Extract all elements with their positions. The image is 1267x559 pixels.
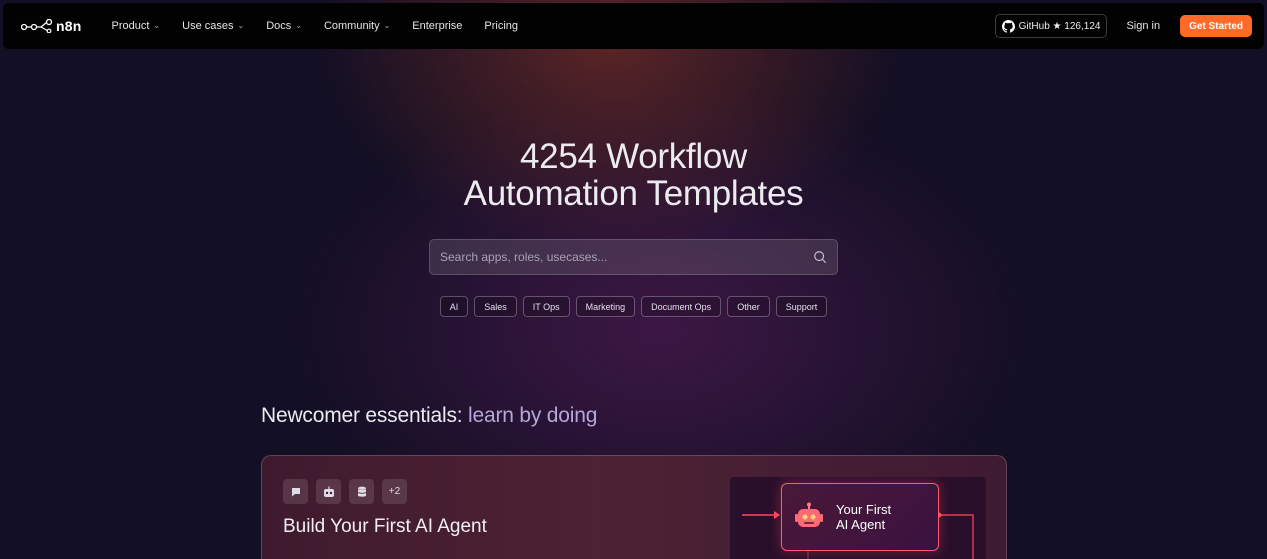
chat-icon (283, 479, 308, 504)
node-label-line-1: Your First (836, 502, 892, 517)
page-title: 4254 Workflow Automation Templates (0, 138, 1267, 212)
database-icon (349, 479, 374, 504)
card-title: Build Your First AI Agent (283, 516, 487, 537)
menu-community[interactable]: Community ⌄ (324, 20, 390, 32)
ai-agent-node: Your First AI Agent (781, 483, 939, 551)
menu-enterprise[interactable]: Enterprise (412, 20, 462, 32)
title-line-2: Automation Templates (463, 174, 804, 213)
category-chips: AI Sales IT Ops Marketing Document Ops O… (0, 296, 1267, 317)
workflow-preview: Your First AI Agent (730, 477, 986, 559)
chip-support[interactable]: Support (775, 296, 828, 317)
search-icon[interactable] (813, 250, 827, 264)
chevron-down-icon: ⌄ (295, 20, 302, 30)
menu-label: Community (323, 20, 380, 32)
chip-marketing[interactable]: Marketing (575, 296, 636, 317)
sign-in-link[interactable]: Sign in (1126, 20, 1160, 32)
github-stars-button[interactable]: GitHub ★ 126,124 (994, 14, 1108, 38)
menu-label: Use cases (182, 20, 234, 32)
more-nodes-badge: +2 (382, 479, 407, 504)
main-menu: Product ⌄ Use cases ⌄ Docs ⌄ Community ⌄ Ent… (112, 20, 541, 32)
menu-use-cases[interactable]: Use cases ⌄ (182, 20, 244, 32)
nav-actions: GitHub ★ 126,124 Sign in Get Started (994, 14, 1252, 38)
get-started-button[interactable]: Get Started (1180, 15, 1252, 37)
section-title-accent: learn by doing (468, 404, 598, 427)
github-label: GitHub ★ 126,124 (1018, 20, 1101, 32)
node-label-line-2: AI Agent (836, 517, 886, 532)
robot-icon (316, 479, 341, 504)
menu-product[interactable]: Product ⌄ (112, 20, 161, 32)
chevron-down-icon: ⌄ (383, 20, 391, 30)
section-title-main: Newcomer essentials: (261, 404, 469, 427)
title-line-1: 4254 Workflow (520, 137, 747, 176)
robot-icon (795, 502, 823, 527)
card-node-icons: +2 (283, 479, 415, 504)
chip-document-ops[interactable]: Document Ops (641, 296, 722, 317)
menu-pricing[interactable]: Pricing (484, 20, 518, 32)
menu-label: Product (111, 20, 150, 32)
template-card[interactable]: +2 Build Your First AI Agent Your First (261, 455, 1007, 559)
chevron-down-icon: ⌄ (237, 20, 245, 30)
section-title: Newcomer essentials: learn by doing (261, 404, 597, 428)
menu-docs[interactable]: Docs ⌄ (266, 20, 302, 32)
menu-label: Pricing (484, 20, 519, 32)
logo-text: n8n (56, 18, 82, 34)
top-navbar: n8n Product ⌄ Use cases ⌄ Docs ⌄ Community ⌄… (3, 3, 1264, 49)
chip-ai[interactable]: AI (439, 296, 469, 317)
n8n-logo-icon (21, 19, 53, 33)
menu-label: Enterprise (412, 20, 463, 32)
ai-agent-node-label: Your First AI Agent (836, 502, 891, 532)
search-bar (429, 239, 838, 275)
chip-other[interactable]: Other (727, 296, 770, 317)
chip-it-ops[interactable]: IT Ops (522, 296, 570, 317)
chevron-down-icon: ⌄ (153, 20, 161, 30)
n8n-logo[interactable]: n8n (21, 18, 82, 34)
search-input[interactable] (440, 250, 813, 264)
github-icon (1001, 19, 1015, 33)
chip-sales[interactable]: Sales (474, 296, 517, 317)
menu-label: Docs (266, 20, 292, 32)
